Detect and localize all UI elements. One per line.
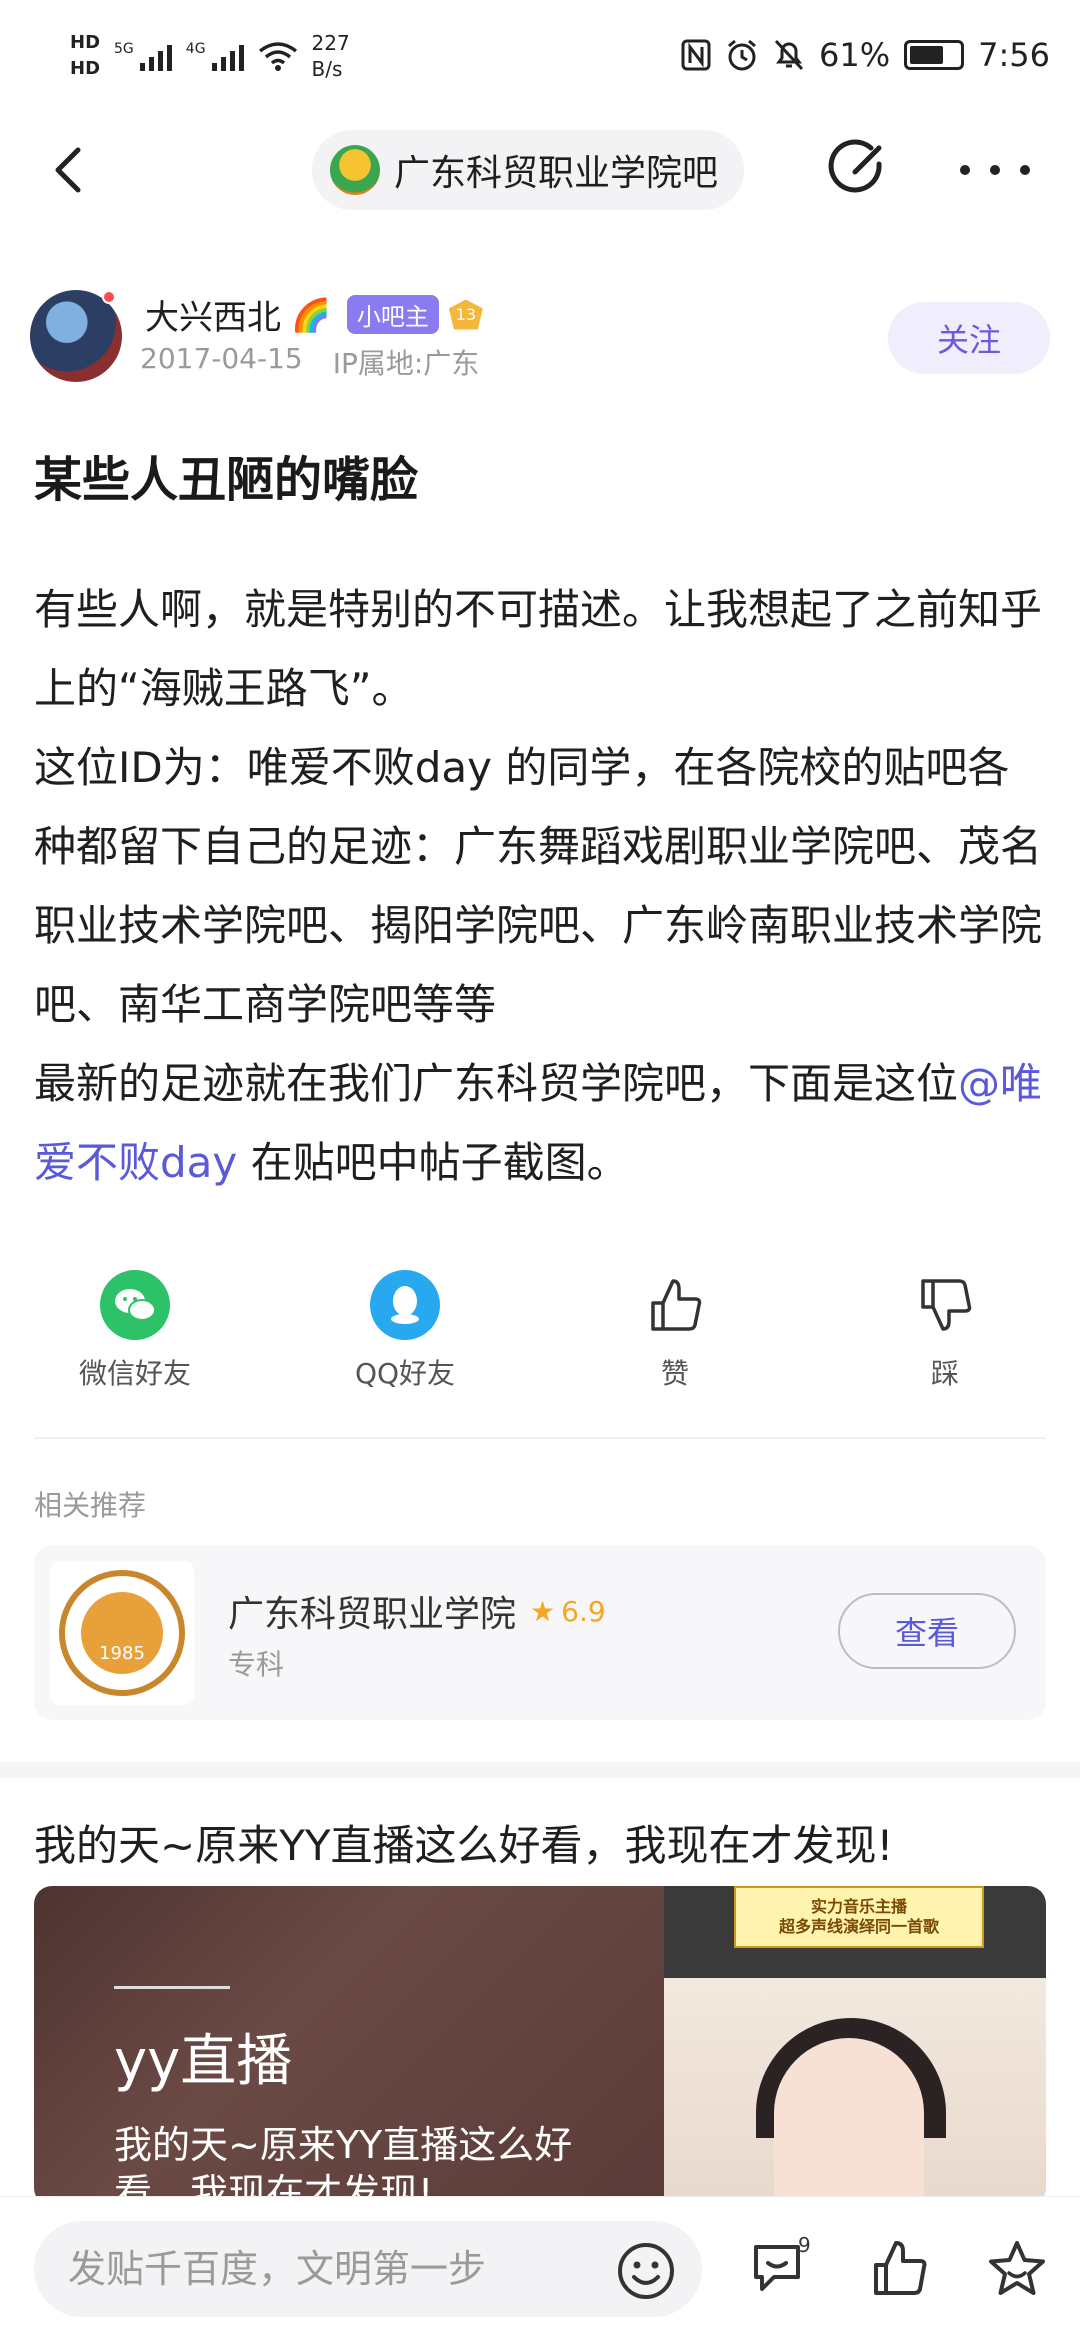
- post-paragraph-2: 这位ID为：唯爱不败day 的同学，在各院校的贴吧各种都留下自己的足迹：广东舞蹈…: [34, 743, 1043, 1029]
- forum-name: 广东科贸职业学院吧: [394, 153, 719, 194]
- rainbow-emoji: 🌈: [291, 295, 331, 334]
- post-body: 有些人啊，就是特别的不可描述。让我想起了之前知乎上的“海贼王路飞”。 这位ID为…: [34, 570, 1050, 1202]
- signal-4g-icon: 4G: [186, 41, 244, 71]
- author-name-line: 大兴西北 🌈 小吧主 13: [145, 290, 483, 339]
- ad-title[interactable]: 我的天~原来YY直播这么好看，我现在才发现!: [34, 1812, 893, 1873]
- ad-left-panel: yy直播 我的天~原来YY直播这么好看，我现在才发现!: [34, 1886, 664, 2206]
- status-bar: HD HD 5G 4G 227 B/s 61% 7:56: [0, 0, 1080, 120]
- nfc-icon: [681, 39, 711, 71]
- author-row: 大兴西北 🌈 小吧主 13 2017-04-15 IP属地:广东 关注: [30, 290, 1050, 400]
- ad-brand: yy直播: [114, 2029, 293, 2094]
- thumbs-up-icon: [640, 1270, 710, 1340]
- related-heading: 相关推荐: [34, 1489, 147, 1522]
- moderator-badge: 小吧主: [346, 295, 439, 334]
- share-wechat-label: 微信好友: [78, 1357, 191, 1390]
- forum-logo: [330, 145, 380, 195]
- like-button[interactable]: 赞: [595, 1270, 755, 1392]
- share-edit-icon[interactable]: [825, 138, 889, 202]
- mute-bell-icon: [774, 39, 804, 71]
- thumbs-down-icon: [910, 1270, 980, 1340]
- share-row: 微信好友 QQ好友 赞 踩: [0, 1270, 1080, 1400]
- ad-right-top: 实力音乐主播 超多声线演绎同一首歌: [664, 1886, 1046, 1978]
- post-paragraph-3-tail: 在贴吧中帖子截图。: [237, 1138, 629, 1187]
- ad-photo: [664, 1978, 1046, 2206]
- author-name[interactable]: 大兴西北: [145, 290, 281, 339]
- share-qq-label: QQ好友: [354, 1357, 456, 1390]
- ad-banner: 实力音乐主播 超多声线演绎同一首歌: [734, 1886, 984, 1948]
- alarm-icon: [728, 39, 756, 71]
- forum-pill[interactable]: 广东科贸职业学院吧: [312, 130, 745, 210]
- ad-banner-line-2: 超多声线演绎同一首歌: [778, 1917, 939, 1936]
- speed-unit: B/s: [311, 57, 343, 81]
- bottom-bar: 9: [0, 2196, 1080, 2340]
- network-speed: 227 B/s: [312, 30, 350, 82]
- battery-percent: 61%: [819, 36, 891, 74]
- hd-indicator: HD HD: [70, 30, 100, 82]
- share-qq-button[interactable]: QQ好友: [325, 1270, 485, 1392]
- rating-value: 6.9: [561, 1594, 606, 1628]
- follow-button[interactable]: 关注: [888, 302, 1050, 374]
- wechat-icon: [100, 1270, 170, 1340]
- post-paragraph-3: 最新的足迹就在我们广东科贸学院吧，下面是这位@唯爱不败day 在贴吧中帖子截图。: [34, 1044, 1050, 1202]
- post-title: 某些人丑陋的嘴脸: [34, 452, 419, 508]
- status-right: 61% 7:56: [681, 36, 1050, 74]
- speed-value: 227: [311, 31, 350, 55]
- post-paragraph-1: 有些人啊，就是特别的不可描述。让我想起了之前知乎上的“海贼王路飞”。: [34, 585, 1043, 713]
- comment-input[interactable]: [34, 2221, 702, 2317]
- level-badge: 13: [448, 299, 483, 330]
- post-paragraph-3-text: 最新的足迹就在我们广东科贸学院吧，下面是这位: [34, 1059, 959, 1108]
- hd-label-1: HD: [70, 32, 101, 53]
- school-name: 广东科贸职业学院: [228, 1594, 517, 1635]
- status-left: HD HD 5G 4G 227 B/s: [70, 30, 350, 82]
- view-button[interactable]: 查看: [838, 1593, 1016, 1669]
- wifi-icon: [258, 42, 297, 71]
- like-label: 赞: [660, 1357, 689, 1390]
- school-type: 专科: [228, 1648, 285, 1681]
- post-date: 2017-04-15: [140, 342, 303, 375]
- school-rating: ★ 6.9: [530, 1595, 606, 1628]
- ad-banner-line-1: 实力音乐主播: [810, 1897, 907, 1916]
- ip-location: IP属地:广东: [332, 347, 480, 380]
- signal-5g-icon: 5G: [114, 41, 172, 71]
- emoji-icon[interactable]: [616, 2241, 676, 2301]
- battery-icon: [904, 40, 965, 70]
- thumbs-up-bottom-icon[interactable]: [868, 2237, 932, 2301]
- avatar-status-dot: [102, 290, 116, 304]
- author-meta: 2017-04-15 IP属地:广东: [140, 342, 479, 382]
- signal-4g-label: 4G: [185, 41, 206, 57]
- ad-media[interactable]: yy直播 我的天~原来YY直播这么好看，我现在才发现! 实力音乐主播 超多声线演…: [34, 1886, 1046, 2206]
- qq-icon: [370, 1270, 440, 1340]
- ad-subtitle: 我的天~原来YY直播这么好看，我现在才发现!: [114, 2123, 573, 2206]
- divider: [34, 1437, 1046, 1439]
- signal-5g-label: 5G: [114, 41, 134, 57]
- nav-bar: 广东科贸职业学院吧: [0, 120, 1080, 220]
- school-logo: 1985: [50, 1561, 194, 1705]
- dislike-button[interactable]: 踩: [865, 1270, 1025, 1392]
- reply-count: 9: [798, 2233, 811, 2257]
- star-icon: ★: [530, 1594, 556, 1628]
- more-icon[interactable]: [960, 148, 1030, 192]
- back-arrow-icon[interactable]: [40, 140, 100, 200]
- school-name-line: 广东科贸职业学院 ★ 6.9: [228, 1585, 606, 1637]
- favorite-star-icon[interactable]: [985, 2237, 1049, 2301]
- related-school-card[interactable]: 1985 广东科贸职业学院 ★ 6.9 专科 查看: [34, 1545, 1046, 1720]
- share-wechat-button[interactable]: 微信好友: [55, 1270, 215, 1392]
- section-separator: [0, 1762, 1080, 1778]
- hd-label-2: HD: [70, 58, 101, 79]
- school-logo-year: 1985: [81, 1592, 163, 1674]
- dislike-label: 踩: [930, 1357, 959, 1390]
- clock: 7:56: [978, 36, 1050, 74]
